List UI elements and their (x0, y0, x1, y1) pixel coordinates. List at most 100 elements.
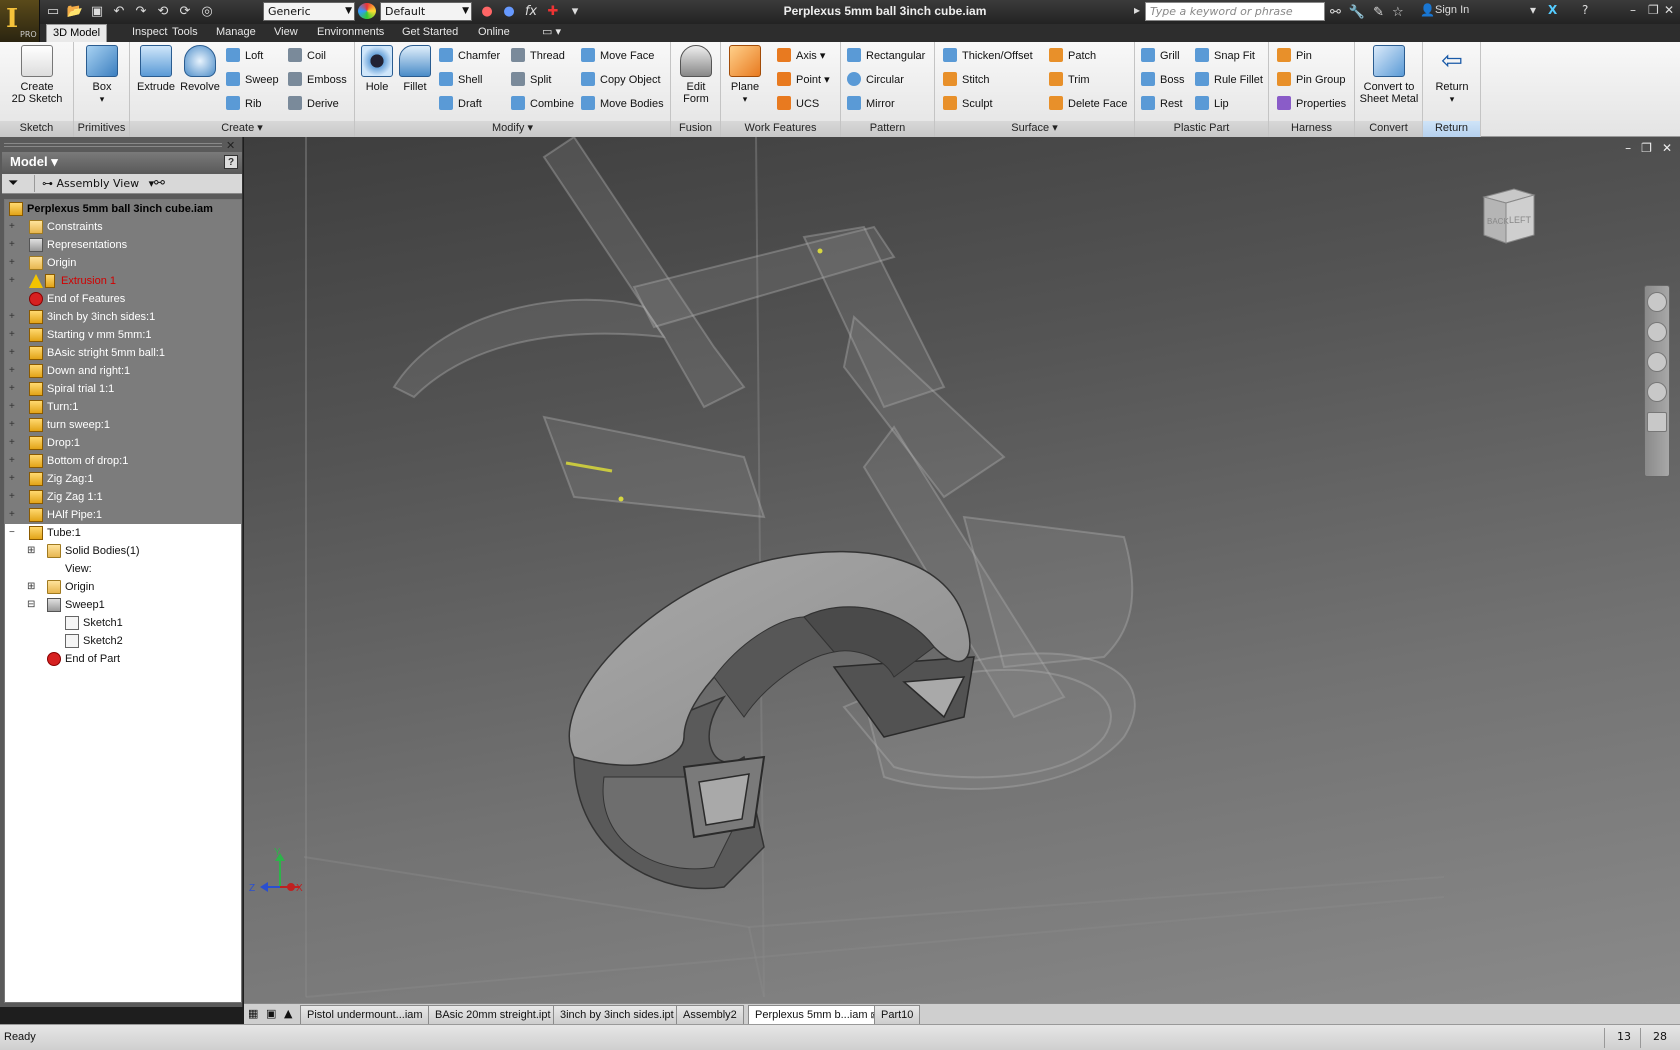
tree-item[interactable]: + BAsic stright 5mm ball:1 (5, 344, 241, 362)
tree-item[interactable]: + Representations (5, 236, 241, 254)
sculpt-button[interactable]: Sculpt (943, 94, 993, 114)
tab-environments[interactable]: Environments (311, 24, 390, 42)
tree-item[interactable]: + Origin (5, 254, 241, 272)
create-2d-sketch-button[interactable]: Create 2D Sketch (6, 45, 68, 105)
graphics-viewport[interactable]: Y X Z BACK LEFT – ❐ ✕ (244, 137, 1680, 1007)
open-documents-menu-icon[interactable]: ▲ (284, 1007, 292, 1020)
minimize-icon[interactable]: – (1625, 141, 1631, 155)
application-menu-button[interactable]: I PRO (0, 0, 40, 42)
select-icon[interactable]: ◎ (198, 4, 216, 20)
tree-child[interactable]: Sketch2 (5, 632, 241, 650)
zoom-icon[interactable] (1647, 352, 1667, 372)
tree-item[interactable]: + Zig Zag 1:1 (5, 488, 241, 506)
tree-item[interactable]: + Zig Zag:1 (5, 470, 241, 488)
emboss-button[interactable]: Emboss (288, 70, 347, 90)
tree-item[interactable]: + Starting v mm 5mm:1 (5, 326, 241, 344)
customize-qat-icon[interactable]: ▾ (566, 4, 584, 20)
loft-button[interactable]: Loft (226, 46, 263, 66)
tab-online[interactable]: Online (472, 24, 516, 42)
sign-in-button[interactable]: Sign In (1435, 4, 1469, 16)
restore-icon[interactable]: ❐ (1641, 141, 1652, 155)
redo-icon[interactable]: ↷ (132, 4, 150, 20)
tree-child[interactable]: ⊟ Sweep1 (5, 596, 241, 614)
sweep-button[interactable]: Sweep (226, 70, 279, 90)
doc-tab[interactable]: Assembly2 (676, 1005, 744, 1024)
tab-3d-model[interactable]: 3D Model (46, 24, 108, 42)
tile-windows-icon[interactable]: ▦ (248, 1007, 258, 1020)
collapse-icon[interactable]: − (9, 524, 18, 542)
derive-button[interactable]: Derive (288, 94, 339, 114)
tree-item[interactable]: + Extrusion 1 (5, 272, 241, 290)
view-combo[interactable]: ⊶ Assembly View ▾ (42, 177, 154, 190)
rule-fillet-button[interactable]: Rule Fillet (1195, 70, 1263, 90)
split-button[interactable]: Split (511, 70, 551, 90)
return-icon[interactable]: ⟲ (154, 4, 172, 20)
tree-root[interactable]: Perplexus 5mm ball 3inch cube.iam (5, 200, 241, 218)
tree-item[interactable]: +3inch by 3inch sides:1 (5, 308, 241, 326)
combine-button[interactable]: Combine (511, 94, 574, 114)
communication-icon[interactable]: ✎ (1373, 5, 1384, 20)
tree-child[interactable]: ⊞ Origin (5, 578, 241, 596)
update-icon[interactable]: ⟳ (176, 4, 194, 20)
wrench-icon[interactable]: 🔧 (1349, 5, 1365, 20)
tree-item[interactable]: + HAlf Pipe:1 (5, 506, 241, 524)
coil-button[interactable]: Coil (288, 46, 326, 66)
tree-edited-part[interactable]: − Tube:1 (5, 524, 241, 542)
exchange-icon[interactable]: X (1548, 3, 1557, 17)
expand-icon[interactable]: + (9, 488, 18, 506)
doc-tab[interactable]: 3inch by 3inch sides.ipt (553, 1005, 681, 1024)
convert-to-sheet-metal-button[interactable]: Convert to Sheet Metal (1357, 45, 1421, 105)
expand-icon[interactable]: + (9, 380, 18, 398)
look-at-icon[interactable] (1647, 412, 1667, 432)
chamfer-button[interactable]: Chamfer (439, 46, 500, 66)
mirror-button[interactable]: Mirror (847, 94, 895, 114)
steering-wheel-icon[interactable] (1647, 292, 1667, 312)
edit-form-button[interactable]: Edit Form (675, 45, 717, 105)
expand-icon[interactable]: + (9, 416, 18, 434)
function-icon[interactable]: fx (522, 4, 540, 20)
close-icon[interactable]: ✕ (226, 139, 235, 152)
help-icon[interactable]: ? (224, 155, 238, 169)
draft-button[interactable]: Draft (439, 94, 482, 114)
clear-override-icon[interactable]: ● (500, 4, 518, 20)
tree-item[interactable]: + Drop:1 (5, 434, 241, 452)
tab-view[interactable]: View (268, 24, 304, 42)
grill-button[interactable]: Grill (1141, 46, 1180, 66)
tree-child[interactable]: End of Part (5, 650, 241, 668)
add-icon[interactable]: ✚ (544, 4, 562, 20)
rectangular-pattern-button[interactable]: Rectangular (847, 46, 925, 66)
collapse-icon[interactable]: ⊟ (27, 596, 36, 614)
snap-fit-button[interactable]: Snap Fit (1195, 46, 1255, 66)
plane-button[interactable]: Plane ▾ (725, 45, 765, 105)
color-wheel-icon[interactable] (358, 3, 376, 19)
tree-item[interactable]: + Constraints (5, 218, 241, 236)
expand-icon[interactable]: + (9, 506, 18, 524)
return-button[interactable]: ⇦ Return ▾ (1429, 45, 1475, 105)
expand-icon[interactable]: + (9, 434, 18, 452)
thread-button[interactable]: Thread (511, 46, 565, 66)
ucs-button[interactable]: UCS (777, 94, 819, 114)
ribbon-display-toggle-icon[interactable]: ▭ ▾ (536, 24, 567, 42)
copy-object-button[interactable]: Copy Object (581, 70, 661, 90)
pin-group-button[interactable]: Pin Group (1277, 70, 1346, 90)
cascade-windows-icon[interactable]: ▣ (266, 1007, 276, 1020)
move-face-button[interactable]: Move Face (581, 46, 654, 66)
close-icon[interactable]: ✕ (1662, 141, 1672, 155)
circular-pattern-button[interactable]: Circular (847, 70, 904, 90)
tree-item[interactable]: + turn sweep:1 (5, 416, 241, 434)
undo-icon[interactable]: ↶ (110, 4, 128, 20)
search-input[interactable]: Type a keyword or phrase (1145, 2, 1325, 21)
tree-item[interactable]: + Turn:1 (5, 398, 241, 416)
expand-icon[interactable]: + (9, 218, 18, 236)
shell-button[interactable]: Shell (439, 70, 482, 90)
rest-button[interactable]: Rest (1141, 94, 1183, 114)
appearance-combo[interactable]: Default ▼ (380, 2, 472, 21)
find-binoculars-icon[interactable]: ⚯ (154, 176, 165, 191)
tree-child[interactable]: ⊞ Solid Bodies(1) (5, 542, 241, 560)
tree-child[interactable]: View: (5, 560, 241, 578)
panel-modify-label[interactable]: Modify ▾ (355, 121, 670, 137)
thicken-offset-button[interactable]: Thicken/Offset (943, 46, 1033, 66)
delete-face-button[interactable]: Delete Face (1049, 94, 1127, 114)
help-icon[interactable]: ? (1582, 3, 1588, 17)
expand-icon[interactable]: + (9, 308, 18, 326)
